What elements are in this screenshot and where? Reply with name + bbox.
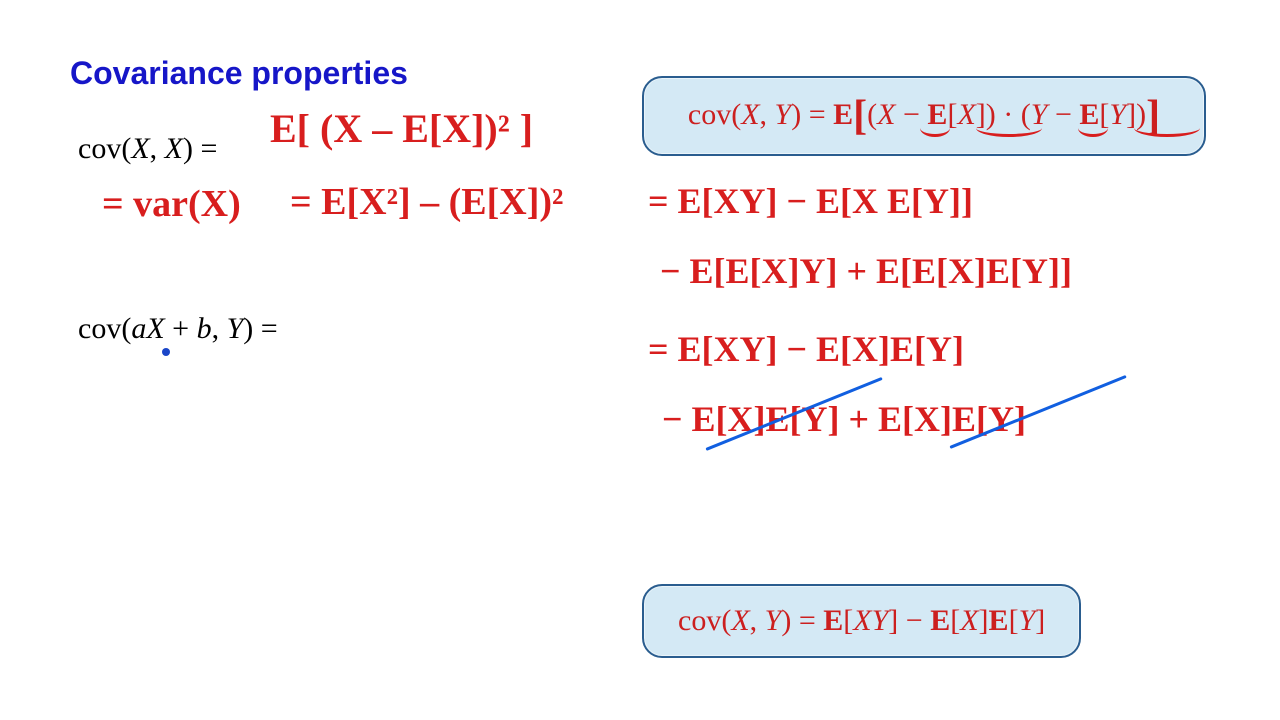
cov-xx-lhs-text: cov(X, X) = <box>78 132 217 165</box>
cov-xx-lhs: cov(X, X) = <box>78 132 217 166</box>
result-formula: cov(X, Y) = E[XY] − E[X]E[Y] <box>678 604 1045 637</box>
t: E <box>1079 98 1099 131</box>
arc-under-ex-icon <box>976 128 1042 137</box>
t: ) = <box>791 98 833 131</box>
var-x-hand: = var(X) <box>102 182 241 226</box>
arc-under-ey-icon <box>1134 128 1200 137</box>
derivation-line-4: − E[X]E[Y] + E[X]E[Y] <box>662 398 1026 440</box>
t: E <box>927 98 947 131</box>
t: E <box>833 98 853 131</box>
t: X <box>877 98 895 131</box>
cov-axb-lhs: cov(aX + b, Y) = <box>78 312 278 346</box>
t: [Y] <box>1099 98 1136 131</box>
t: − <box>896 98 928 131</box>
pointer-dot-icon <box>162 348 170 356</box>
result-box: cov(X, Y) = E[XY] − E[X]E[Y] <box>642 584 1081 658</box>
t: cov( <box>688 98 741 131</box>
cov-axb-text: cov(aX + b, Y) = <box>78 312 278 345</box>
t: [X] <box>947 98 985 131</box>
t: Y <box>775 98 792 131</box>
derivation-line-3: = E[XY] − E[X]E[Y] <box>648 328 964 370</box>
t: [ <box>853 93 867 139</box>
t: ) <box>986 98 996 131</box>
var-x-expand-hand: = E[X²] – (E[X])² <box>290 180 563 224</box>
page-title: Covariance properties <box>70 55 408 92</box>
slide: Covariance properties cov(X, X) = E[ (X … <box>0 0 1280 720</box>
t: Y <box>1031 98 1048 131</box>
t: ( <box>1021 98 1031 131</box>
cov-xx-rhs-hand: E[ (X – E[X])² ] <box>270 105 533 152</box>
t: ( <box>867 98 877 131</box>
t: X <box>741 98 759 131</box>
arc-under-y-icon <box>1078 128 1108 137</box>
t: · <box>996 98 1021 131</box>
derivation-line-1: = E[XY] − E[X E[Y]] <box>648 180 973 222</box>
definition-formula: cov(X, Y) = E[(X − E[X]) · (Y − E[Y])] <box>688 98 1160 131</box>
t: , <box>760 98 775 131</box>
t: ) <box>1136 98 1146 131</box>
derivation-line-2: − E[E[X]Y] + E[E[X]E[Y]] <box>660 250 1072 292</box>
arc-under-x-icon <box>920 128 950 137</box>
t: − <box>1047 98 1079 131</box>
definition-box: cov(X, Y) = E[(X − E[X]) · (Y − E[Y])] <box>642 76 1206 156</box>
